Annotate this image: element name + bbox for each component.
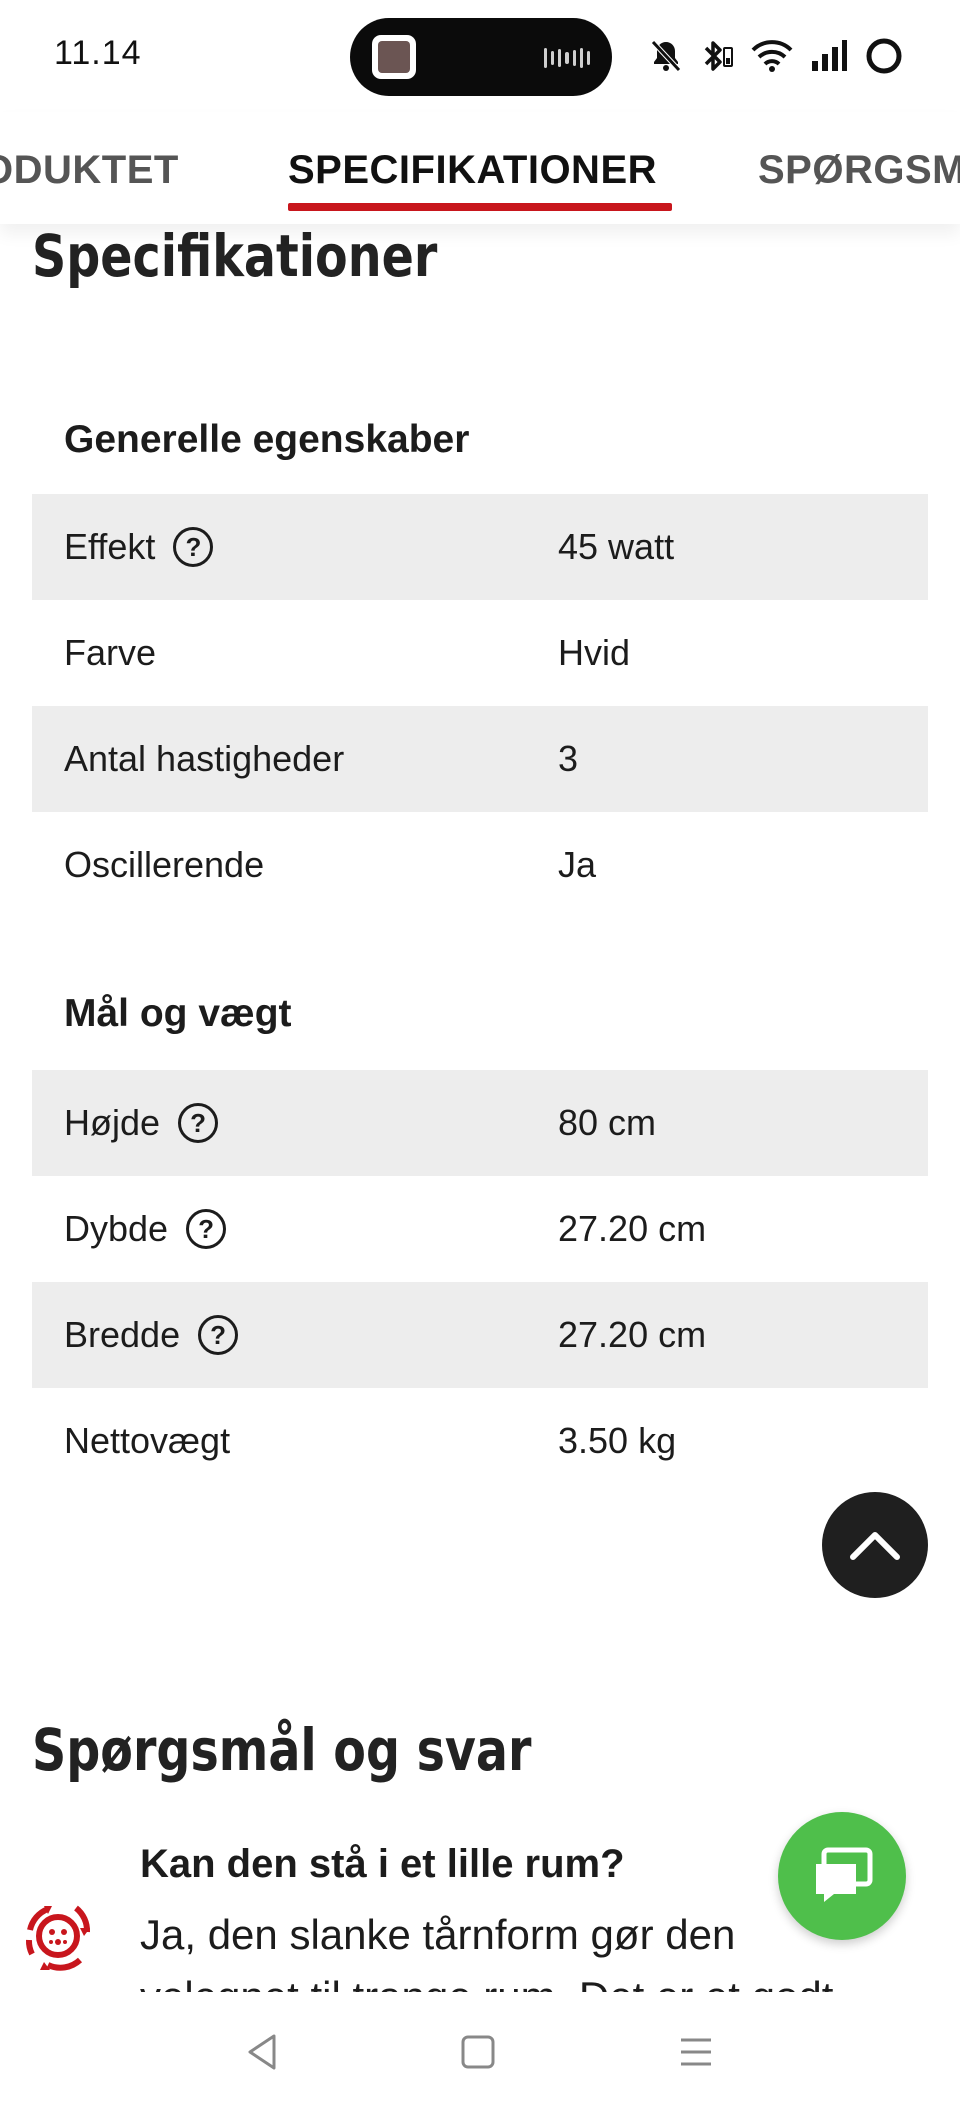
spec-label: Dybde bbox=[64, 1208, 169, 1249]
bluetooth-icon bbox=[698, 38, 734, 74]
spec-label: Effekt bbox=[64, 526, 156, 567]
help-icon[interactable]: ? bbox=[198, 1315, 239, 1355]
media-thumbnail-icon bbox=[372, 35, 416, 79]
spec-label: Nettovægt bbox=[64, 1420, 231, 1461]
wifi-icon bbox=[750, 39, 794, 73]
page-title: Specifikationer bbox=[32, 222, 438, 290]
spec-row: Effekt? 45 watt bbox=[32, 494, 928, 600]
chat-bubble-icon bbox=[816, 1847, 873, 1902]
qa-question: Kan den stå i et lille rum? bbox=[140, 1842, 625, 1886]
spec-row: Nettovægt 3.50 kg bbox=[32, 1388, 928, 1494]
audio-wave-icon bbox=[544, 48, 590, 68]
spec-value: Ja bbox=[558, 844, 597, 885]
chat-button[interactable] bbox=[778, 1812, 906, 1940]
spec-row: Højde? 80 cm bbox=[32, 1070, 928, 1176]
spec-label: Højde bbox=[64, 1102, 161, 1143]
battery-ring-icon bbox=[864, 36, 904, 76]
tab-spoergsmaal[interactable]: SPØRGSM bbox=[758, 148, 960, 193]
active-tab-indicator bbox=[288, 203, 672, 211]
spec-value: 27.20 cm bbox=[558, 1208, 707, 1249]
spec-value: 80 cm bbox=[558, 1102, 657, 1143]
bell-muted-icon bbox=[650, 39, 682, 73]
spec-value: 3.50 kg bbox=[558, 1420, 677, 1461]
spec-value: 45 watt bbox=[558, 526, 675, 567]
help-icon[interactable]: ? bbox=[178, 1103, 219, 1143]
tab-produktet[interactable]: ODUKTET bbox=[0, 148, 179, 193]
scroll-to-top-button[interactable] bbox=[822, 1492, 928, 1598]
tab-specifikationer[interactable]: SPECIFIKATIONER bbox=[288, 148, 657, 193]
spec-label: Oscillerende bbox=[64, 844, 265, 885]
spec-label: Antal hastigheder bbox=[64, 738, 345, 779]
spec-row: Antal hastigheder 3 bbox=[32, 706, 928, 812]
back-icon[interactable] bbox=[238, 2028, 286, 2076]
home-icon[interactable] bbox=[454, 2028, 502, 2076]
spec-row: Dybde? 27.20 cm bbox=[32, 1176, 928, 1282]
chevron-up-icon bbox=[850, 1532, 900, 1560]
spec-label: Farve bbox=[64, 632, 157, 673]
help-icon[interactable]: ? bbox=[173, 527, 214, 567]
qa-answer: Ja, den slanke tårnform gør den velegnet… bbox=[140, 1911, 833, 1996]
status-bar: 11.14 bbox=[0, 0, 960, 112]
section-title-dimensions: Mål og vægt bbox=[64, 992, 292, 1035]
section-tab-bar: ODUKTET SPECIFIKATIONER SPØRGSM bbox=[0, 112, 960, 224]
spec-label: Bredde bbox=[64, 1314, 181, 1355]
spec-row: Farve Hvid bbox=[32, 600, 928, 706]
system-nav-bar bbox=[0, 1992, 960, 2112]
spec-row: Oscillerende Ja bbox=[32, 812, 928, 918]
menu-icon[interactable] bbox=[672, 2028, 720, 2076]
signal-icon bbox=[810, 39, 848, 73]
spec-value: 3 bbox=[558, 738, 579, 779]
qa-heading: Spørgsmål og svar bbox=[32, 1716, 532, 1784]
dynamic-island[interactable] bbox=[350, 18, 612, 96]
spec-value: Hvid bbox=[558, 632, 631, 673]
spec-row: Bredde? 27.20 cm bbox=[32, 1282, 928, 1388]
section-title-general: Generelle egenskaber bbox=[64, 418, 470, 461]
status-time: 11.14 bbox=[54, 34, 142, 72]
store-logo-icon bbox=[18, 1896, 98, 1976]
help-icon[interactable]: ? bbox=[186, 1209, 227, 1249]
spec-value: 27.20 cm bbox=[558, 1314, 707, 1355]
